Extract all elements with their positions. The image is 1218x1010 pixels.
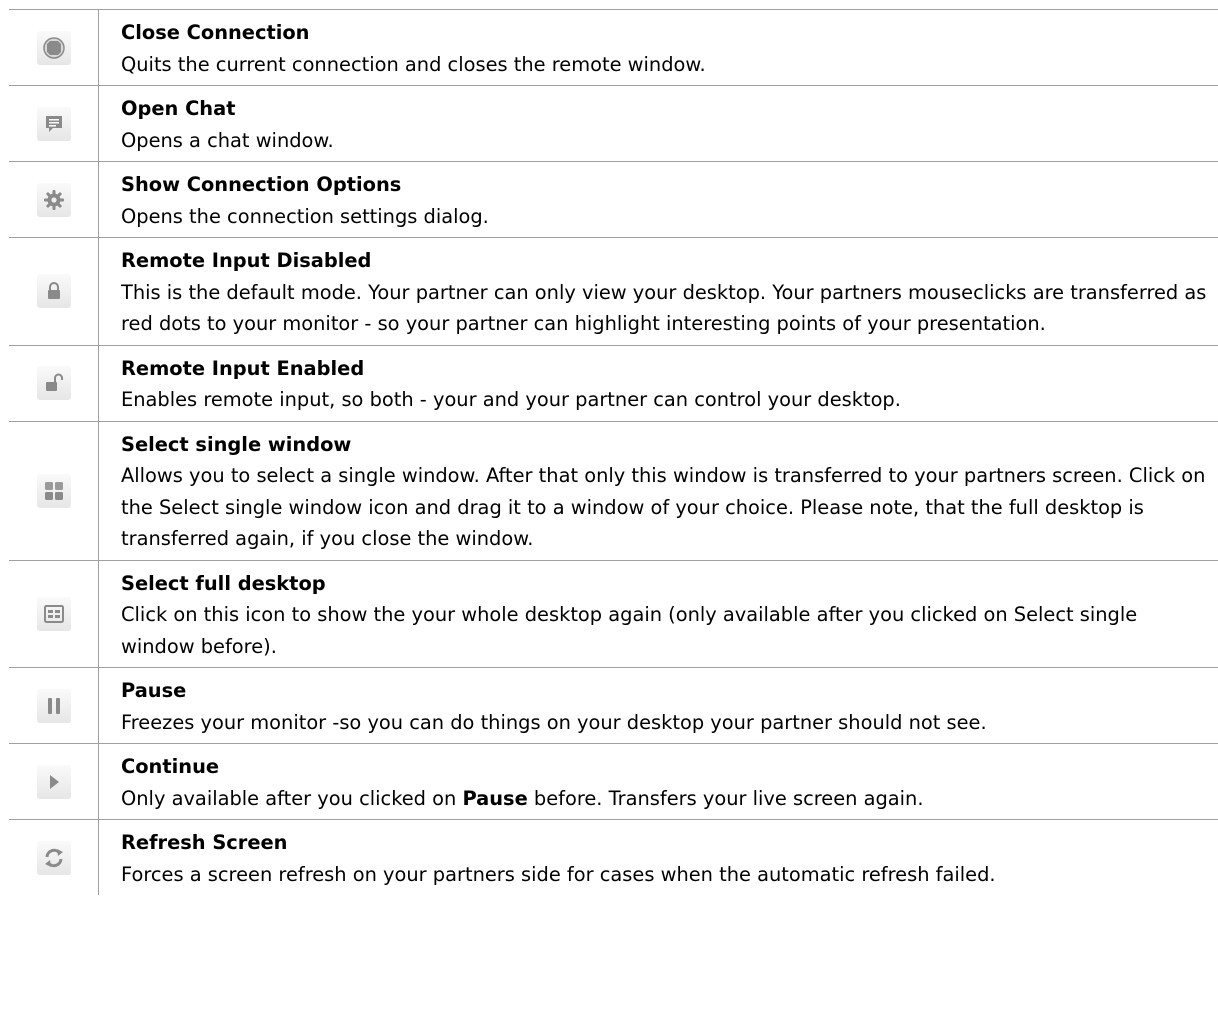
row-title: Select full desktop [121, 571, 326, 595]
table-row: Open Chat Opens a chat window. [9, 85, 1218, 161]
row-title: Select single window [121, 432, 352, 456]
row-title: Close Connection [121, 21, 310, 44]
row-description: Opens a chat window. [121, 128, 334, 152]
four-squares-icon [36, 473, 71, 508]
play-icon [36, 764, 71, 799]
icon-cell [9, 345, 99, 421]
stop-octagon-icon [36, 30, 71, 65]
table-row: Close Connection Quits the current conne… [9, 9, 1218, 85]
refresh-icon [36, 840, 71, 875]
icon-cell [9, 744, 99, 819]
row-description: Only available after you clicked on Paus… [121, 783, 1210, 815]
desc-bold-text: Pause [462, 786, 528, 810]
icon-cell [9, 238, 99, 345]
desc-text: Only available after you clicked on [121, 786, 463, 810]
icon-cell [9, 820, 99, 895]
row-description: Allows you to select a single window. Af… [121, 464, 1206, 550]
row-description: Click on this icon to show the your whol… [121, 603, 1138, 658]
row-title: Open Chat [121, 97, 236, 120]
row-description: Freezes your monitor -so you can do thin… [121, 710, 987, 734]
table-row: Continue Only available after you clicke… [9, 743, 1218, 819]
gear-icon [36, 182, 71, 217]
chat-bubble-icon [36, 106, 71, 141]
pause-icon [36, 688, 71, 723]
icon-cell [9, 86, 99, 161]
table-row: Select full desktop Click on this icon t… [9, 559, 1218, 667]
row-title: Show Connection Options [121, 173, 402, 196]
desktop-grid-icon [36, 596, 71, 631]
row-description: This is the default mode. Your partner c… [121, 280, 1207, 336]
row-title: Continue [121, 755, 220, 778]
row-description: Forces a screen refresh on your partners… [121, 862, 996, 886]
lock-open-icon [36, 366, 71, 400]
row-description: Opens the connection settings dialog. [121, 204, 489, 228]
toolbar-reference-table: Close Connection Quits the current conne… [9, 9, 1218, 895]
lock-closed-icon [36, 274, 71, 309]
table-row: Remote Input Disabled This is the defaul… [9, 237, 1218, 345]
desc-text: before. Transfers your live screen again… [527, 786, 924, 810]
icon-cell [9, 668, 99, 743]
row-description: Quits the current connection and closes … [121, 52, 706, 76]
table-row: Show Connection Options Opens the connec… [9, 161, 1218, 237]
row-description: Enables remote input, so both - your and… [121, 388, 901, 411]
table-row: Remote Input Enabled Enables remote inpu… [9, 344, 1218, 421]
table-row: Select single window Allows you to selec… [9, 420, 1218, 560]
table-row: Pause Freezes your monitor -so you can d… [9, 667, 1218, 743]
icon-cell [9, 560, 99, 667]
icon-cell [9, 10, 99, 85]
row-title: Remote Input Disabled [121, 249, 372, 272]
table-row: Refresh Screen Forces a screen refresh o… [9, 819, 1218, 895]
row-title: Pause [121, 679, 187, 702]
icon-cell [9, 421, 99, 560]
icon-cell [9, 162, 99, 237]
row-title: Remote Input Enabled [121, 356, 365, 380]
row-title: Refresh Screen [121, 831, 288, 854]
